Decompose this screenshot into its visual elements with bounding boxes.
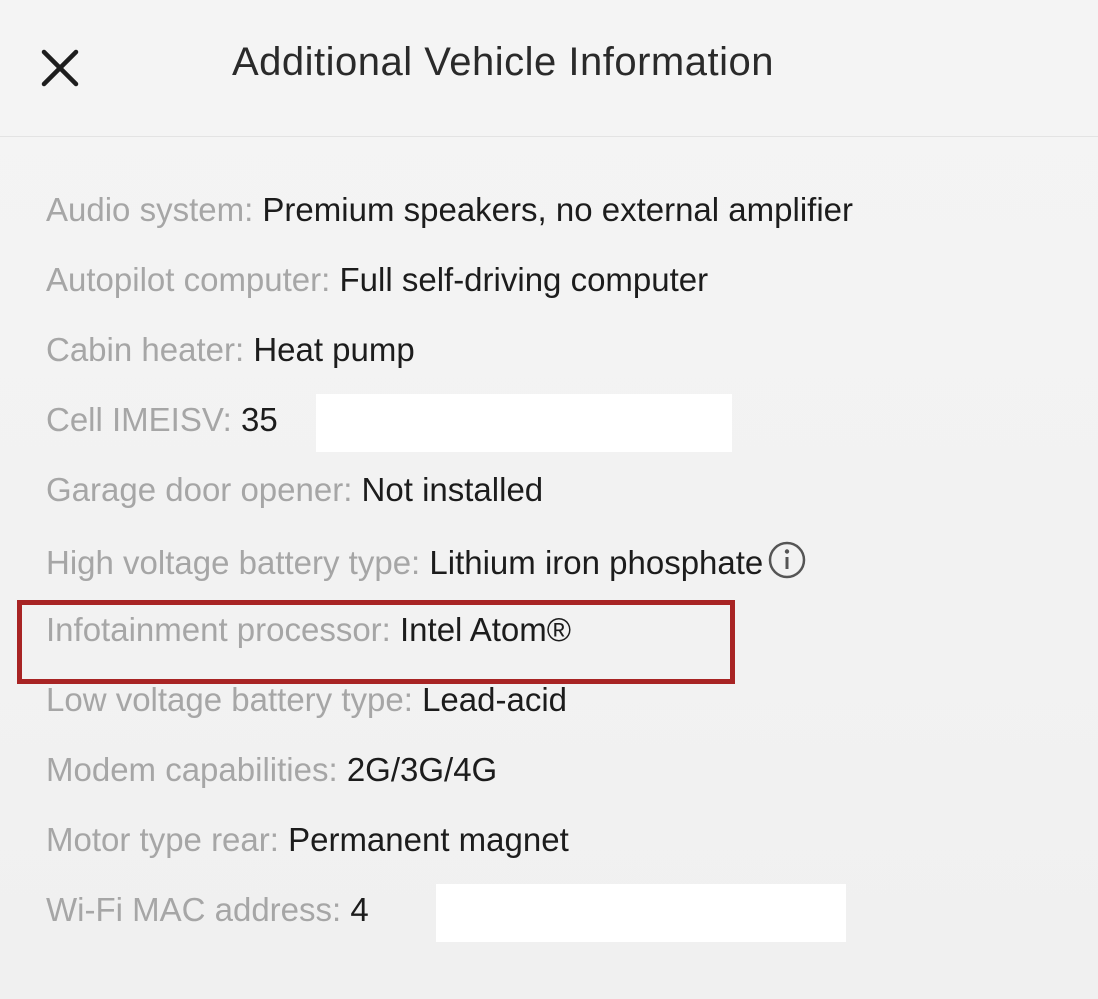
vehicle-info-screen: Additional Vehicle Information Audio sys… bbox=[0, 0, 1098, 999]
highlight-box bbox=[17, 600, 735, 684]
info-row-cabin-heater: Cabin heater: Heat pump bbox=[46, 330, 1086, 400]
redaction-box bbox=[436, 884, 846, 942]
close-icon bbox=[41, 49, 79, 87]
info-row-wifi-mac-address: Wi-Fi MAC address: 4 bbox=[46, 884, 1086, 960]
page-title: Additional Vehicle Information bbox=[232, 40, 774, 84]
info-value: Permanent magnet bbox=[288, 821, 569, 858]
info-value: Not installed bbox=[361, 471, 544, 508]
info-value: Premium speakers, no external amplifier bbox=[262, 191, 853, 228]
header: Additional Vehicle Information bbox=[0, 0, 1098, 137]
info-value: 4 bbox=[350, 891, 369, 928]
info-value: Lead-acid bbox=[422, 681, 568, 718]
info-row-cell-imeisv: Cell IMEISV: 35 bbox=[46, 394, 1086, 470]
info-row-autopilot-computer: Autopilot computer: Full self-driving co… bbox=[46, 260, 1086, 330]
info-label: Audio system: bbox=[46, 191, 263, 228]
info-value: Heat pump bbox=[253, 331, 415, 368]
info-label: High voltage battery type: bbox=[46, 544, 430, 581]
info-icon[interactable] bbox=[767, 540, 807, 580]
info-label: Wi-Fi MAC address: bbox=[46, 891, 351, 928]
redaction-box bbox=[316, 394, 732, 452]
info-label: Cell IMEISV: bbox=[46, 401, 241, 438]
info-row-lv-battery-type: Low voltage battery type: Lead-acid bbox=[46, 680, 1086, 750]
info-value: Full self-driving computer bbox=[339, 261, 709, 298]
close-button[interactable] bbox=[36, 44, 84, 92]
info-row-audio-system: Audio system: Premium speakers, no exter… bbox=[46, 190, 1086, 260]
info-label: Cabin heater: bbox=[46, 331, 254, 368]
info-list: Audio system: Premium speakers, no exter… bbox=[46, 190, 1086, 960]
info-row-motor-type-rear: Motor type rear: Permanent magnet bbox=[46, 820, 1086, 890]
info-row-garage-door-opener: Garage door opener: Not installed bbox=[46, 470, 1086, 540]
info-value: Lithium iron phosphate bbox=[429, 544, 764, 581]
info-value: 35 bbox=[241, 401, 278, 438]
info-row-modem-capabilities: Modem capabilities: 2G/3G/4G bbox=[46, 750, 1086, 820]
info-label: Low voltage battery type: bbox=[46, 681, 423, 718]
info-label: Modem capabilities: bbox=[46, 751, 347, 788]
info-label: Autopilot computer: bbox=[46, 261, 340, 298]
info-value: 2G/3G/4G bbox=[346, 751, 498, 788]
info-label: Motor type rear: bbox=[46, 821, 289, 858]
info-label: Garage door opener: bbox=[46, 471, 362, 508]
